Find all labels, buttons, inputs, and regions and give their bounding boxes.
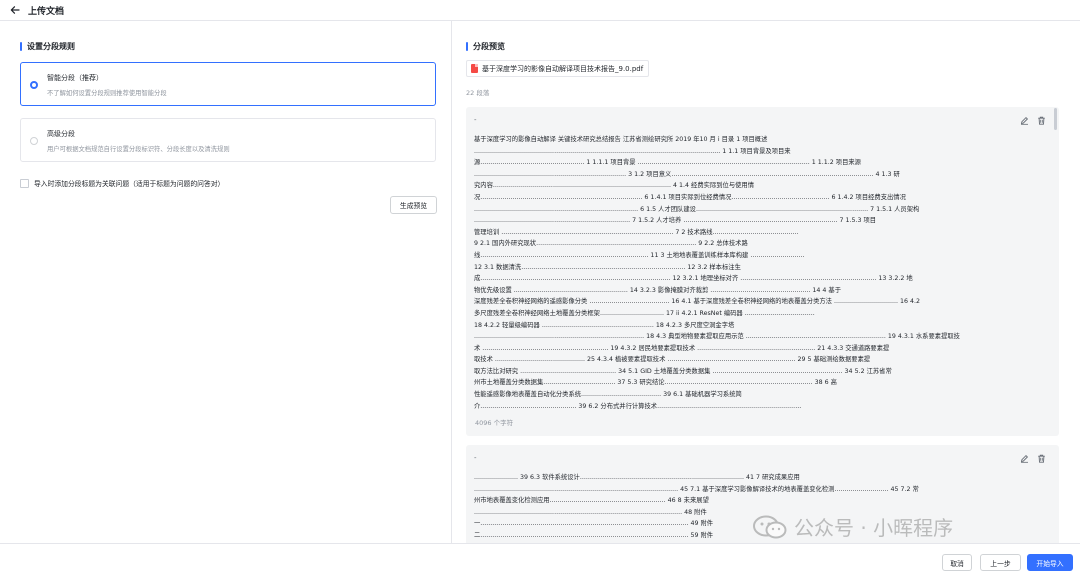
segment-line: 成.......................................…: [474, 275, 913, 283]
segment-title: -: [474, 454, 477, 462]
segment-rule-panel: 设置分段规则 智能分段（推荐） 不了解如何设置分段规则推荐使用智能分段 高级分段…: [0, 21, 451, 543]
edit-icon[interactable]: [1019, 453, 1029, 463]
segment-line: 管理培训 ...................................…: [474, 228, 799, 236]
file-name: 基于深度学习的影像自动解译项目技术报告_9.0.pdf: [482, 64, 644, 73]
segment-line: 况.......................................…: [474, 193, 906, 201]
watermark: 公众号 · 小晖程序: [752, 512, 953, 541]
related-question-checkbox[interactable]: [20, 178, 29, 188]
advanced-segment-desc: 用户可根据文档规范自行设置分段标识符、分段长度以及清洗规则: [47, 146, 230, 153]
segment-preview-panel: 分段预览 基于深度学习的影像自动解译项目技术报告_9.0.pdf 22 段落 -…: [452, 21, 1080, 543]
wechat-logo-icon: [752, 515, 788, 539]
preview-scrollbar[interactable]: [1054, 108, 1057, 130]
segment-line: 9 2.1 国内外研究现状...........................…: [474, 240, 748, 248]
related-question-label: 导入时添加分段标题为关联问题（适用于标题为问题的问答对）: [34, 180, 225, 188]
segment-line: ........................................…: [474, 217, 877, 225]
back-arrow-icon[interactable]: [6, 1, 24, 19]
segment-line: 性能遥感影像地表覆盖自动化分类系统.......................…: [474, 391, 742, 399]
segment-line: ........................................…: [474, 147, 791, 155]
start-import-button[interactable]: 开始导入: [1027, 554, 1073, 571]
segment-line: 取方法比对研究 ................................…: [474, 367, 892, 375]
segment-char-count: 4096 个字符: [475, 419, 514, 427]
smart-segment-title: 智能分段（推荐）: [47, 74, 103, 82]
rule-section-label: 设置分段规则: [27, 42, 75, 51]
smart-segment-desc: 不了解如何设置分段规则推荐使用智能分段: [47, 90, 167, 97]
file-chip[interactable]: 基于深度学习的影像自动解译项目技术报告_9.0.pdf: [466, 60, 650, 77]
segment-line: ........................................…: [474, 205, 920, 213]
segment-line: 多尺度残差全卷积神经网络土地覆盖分类框架....................…: [474, 309, 815, 317]
segment-line: 基于深度学习的影像自动解译 关键技术研究总结报告 江苏省测绘研究所 2019 年…: [474, 136, 768, 143]
pdf-file-icon: [471, 64, 478, 73]
segment-count: 22 段落: [466, 89, 490, 97]
segment-line: ........................................…: [474, 333, 960, 341]
segment-line: 术 ......................................…: [474, 344, 890, 352]
generate-preview-button[interactable]: 生成预览: [390, 196, 437, 214]
cancel-button[interactable]: 取消: [942, 554, 972, 571]
segment-line: ........................................…: [474, 170, 900, 178]
segment-line: 12 3.1 数据清洗.............................…: [474, 263, 741, 271]
segment-line: 州市土地覆盖分类数据集.............................…: [474, 379, 837, 387]
advanced-segment-radio[interactable]: [30, 137, 38, 145]
segment-line: 源.......................................…: [474, 159, 861, 167]
advanced-segment-option[interactable]: 高级分段 用户可根据文档规范自行设置分段标识符、分段长度以及清洗规则: [20, 118, 436, 162]
related-question-checkbox-row[interactable]: 导入时添加分段标题为关联问题（适用于标题为问题的问答对）: [20, 178, 224, 188]
trash-icon[interactable]: [1036, 453, 1046, 463]
segment-line: 18 4.2.2 轻量级编码器 ........................…: [474, 321, 735, 329]
preview-section-title: 分段预览: [466, 41, 505, 52]
segment-line: 介.......................................…: [474, 402, 802, 410]
segment-line: 州市地表覆盖变化检测应用............................…: [474, 497, 709, 505]
segment-line: ........................................…: [474, 485, 919, 493]
section-accent-bar: [20, 42, 22, 51]
section-accent-bar: [466, 42, 468, 51]
segment-line: 深度残差全卷积神经网络的遥感影像分类 .....................…: [474, 298, 921, 306]
segment-line: 物优先级设置 .................................…: [474, 286, 841, 294]
smart-segment-radio[interactable]: [30, 81, 38, 89]
segment-content: 基于深度学习的影像自动解译 关键技术研究总结报告 江苏省测绘研究所 2019 年…: [474, 134, 1049, 412]
smart-segment-option[interactable]: 智能分段（推荐） 不了解如何设置分段规则推荐使用智能分段: [20, 62, 436, 106]
segment-line: ...................... 39 6.3 软件系统设计....…: [474, 474, 800, 481]
watermark-text: 公众号 · 小晖程序: [794, 516, 954, 540]
rule-section-title: 设置分段规则: [20, 41, 75, 52]
trash-icon[interactable]: [1036, 115, 1046, 125]
advanced-segment-title: 高级分段: [47, 130, 75, 138]
previous-step-button[interactable]: 上一步: [980, 554, 1021, 571]
segment-line: 取技术 ....................................…: [474, 356, 871, 364]
segment-line: 线.......................................…: [474, 251, 805, 259]
edit-icon[interactable]: [1019, 115, 1029, 125]
top-bar: 上传文档: [0, 0, 1080, 20]
page-title: 上传文档: [28, 6, 65, 17]
segment-line: 究内容.....................................…: [474, 182, 755, 190]
preview-section-label: 分段预览: [473, 42, 505, 51]
segment-card: - 基于深度学习的影像自动解译 关键技术研究总结报告 江苏省测绘研究所 2019…: [466, 107, 1059, 436]
segment-title: -: [474, 116, 477, 124]
bottom-action-bar: 取消 上一步 开始导入: [0, 543, 1080, 577]
